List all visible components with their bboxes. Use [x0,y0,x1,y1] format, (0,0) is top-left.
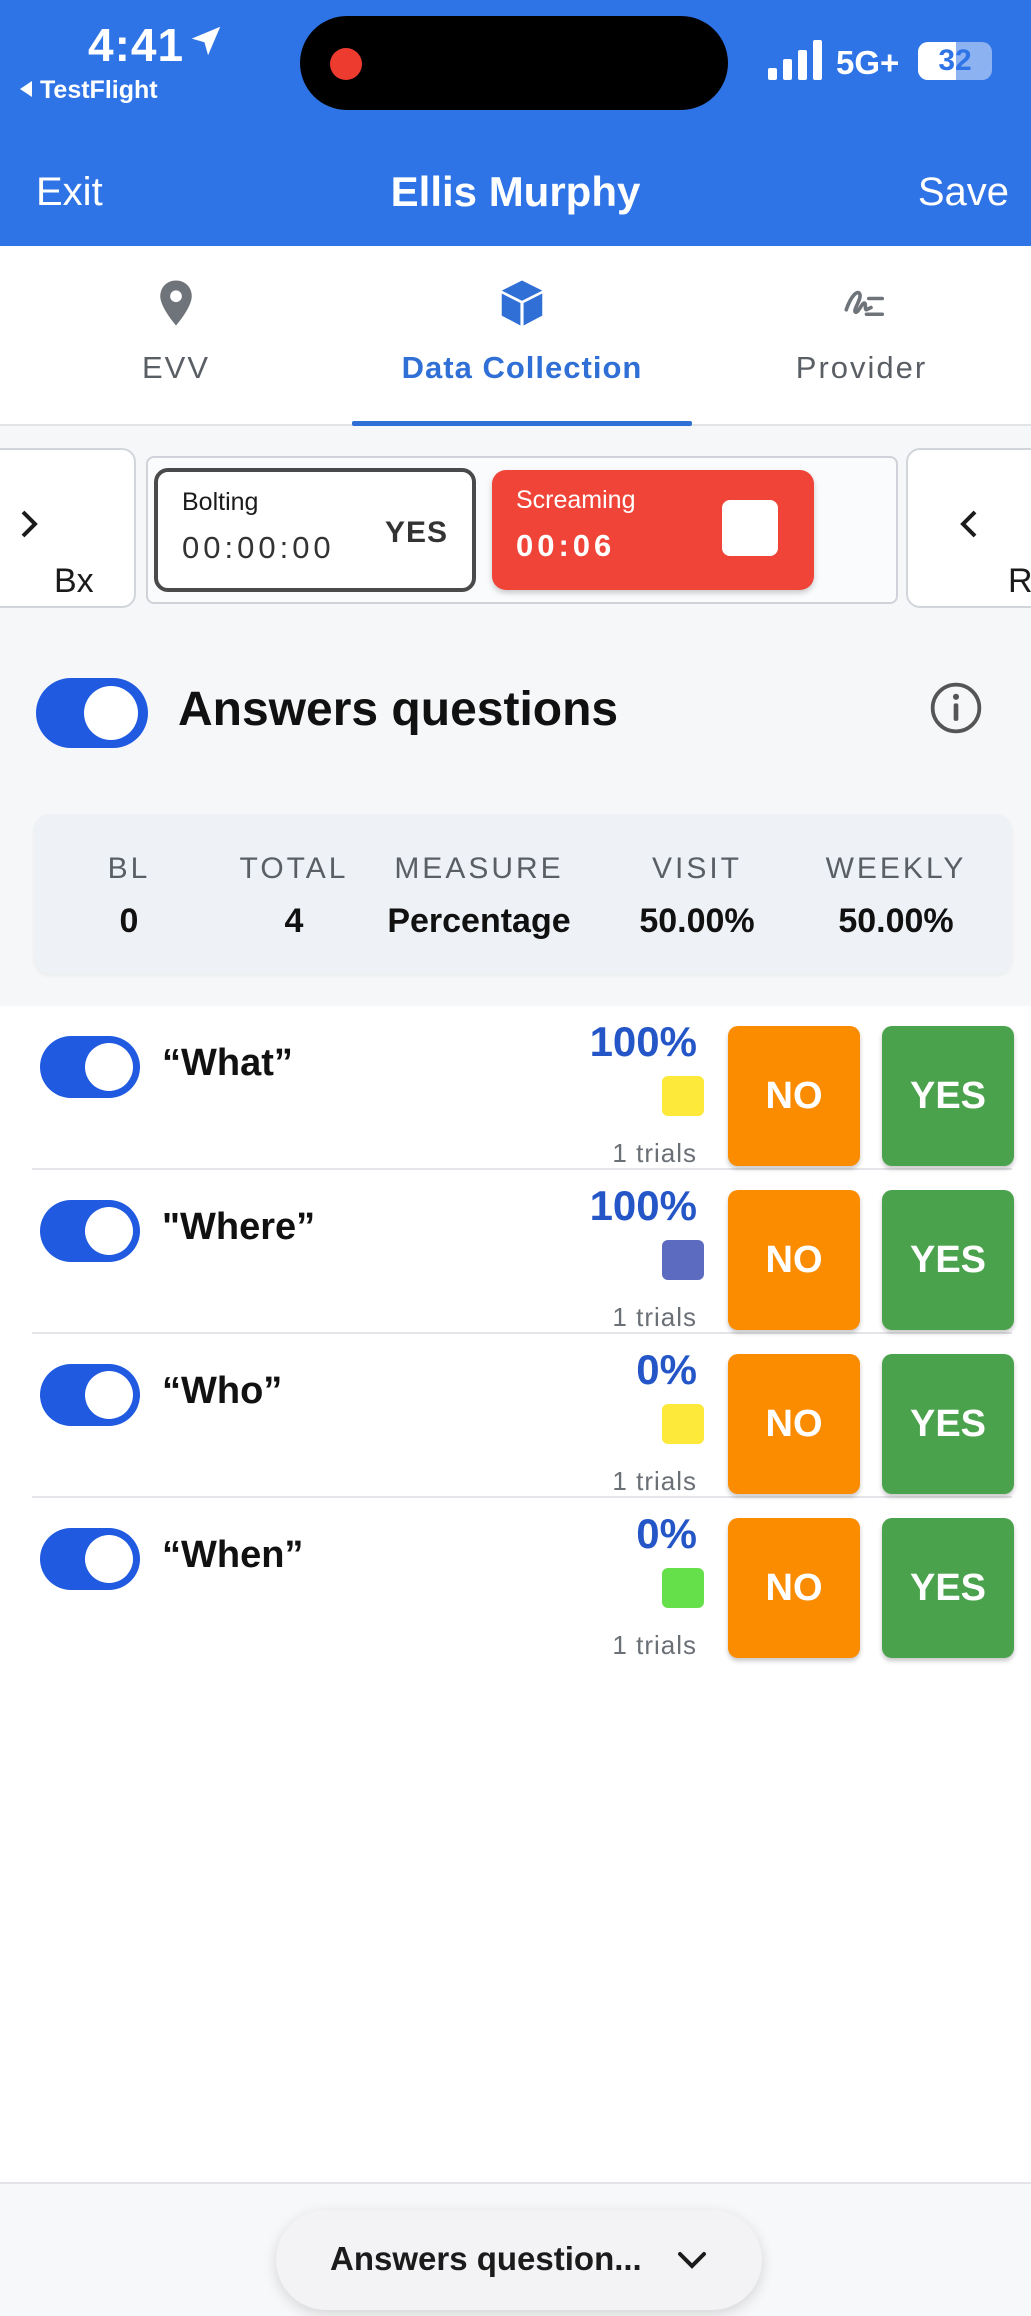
behavior-card-screaming[interactable]: Screaming 00:06 [492,470,814,590]
stop-timer-icon[interactable] [722,500,778,556]
program-header: Answers questions [0,626,1031,806]
target-trials: 1 trials [612,1630,697,1660]
stat-label: TOTAL [239,852,349,885]
yes-button[interactable]: YES [882,1026,1014,1166]
tab-provider[interactable]: Provider [692,246,1031,426]
stat-total: TOTAL 4 [224,852,364,941]
back-app-label: TestFlight [40,76,158,104]
target-toggle[interactable] [40,1036,140,1098]
battery-icon: 32 [918,42,992,80]
target-toggle[interactable] [40,1200,140,1262]
tab-bar: EVV Data Collection Provider [0,246,1031,426]
save-button[interactable]: Save [918,170,1009,215]
signature-icon [843,290,884,317]
behavior-timer: 00:00:00 [182,530,335,565]
behavior-strip: Bx Bolting 00:00:00 YES Screaming 00:06 … [0,426,1031,626]
target-color-swatch [662,1404,704,1444]
target-name: “What” [162,1042,293,1084]
target-percent: 0% [636,1510,697,1557]
stat-label: WEEKLY [825,852,967,885]
program-title: Answers questions [178,683,619,736]
stats-panel: BL 0 TOTAL 4 MEASURE Percentage VISIT 50… [34,814,1012,974]
target-trials: 1 trials [612,1138,697,1168]
target-row: “When” 0% 1 trials NO YES [32,1498,1014,1662]
stat-value: 50.00% [838,902,954,940]
target-row: “What” 100% 1 trials NO YES [32,1006,1014,1170]
behavior-name: Bolting [182,488,259,516]
target-row: "Where” 100% 1 trials NO YES [32,1170,1014,1334]
location-pin-icon [160,280,192,326]
behavior-list: Bolting 00:00:00 YES Screaming 00:06 [146,456,898,604]
chevron-down-icon [678,2252,706,2269]
target-name: “When” [162,1534,304,1576]
no-button[interactable]: NO [728,1190,860,1330]
stats-area: BL 0 TOTAL 4 MEASURE Percentage VISIT 50… [0,806,1031,1006]
target-trials: 1 trials [612,1466,697,1496]
target-name: “Who” [162,1370,283,1412]
stat-value: Percentage [387,902,571,940]
behaviors-nav-button[interactable]: Bx [0,448,136,608]
stat-bl: BL 0 [78,852,180,941]
back-triangle-icon [20,81,32,97]
no-button[interactable]: NO [728,1518,860,1658]
replacement-nav-button[interactable]: Rx [906,448,1031,608]
yes-button[interactable]: YES [882,1190,1014,1330]
back-to-app-link[interactable]: TestFlight [20,76,158,105]
page-title: Ellis Murphy [390,168,641,215]
stat-weekly: WEEKLY 50.00% [810,852,982,941]
chevron-left-icon [960,510,977,538]
bottom-bar: Answers question... [0,2182,1031,2316]
network-type: 5G+ [836,44,900,81]
dynamic-island [300,16,728,110]
tab-label: Data Collection [401,350,643,385]
cube-icon [501,280,543,326]
bx-label: Bx [18,506,94,600]
no-button[interactable]: NO [728,1354,860,1494]
status-time: 4:41 [88,19,185,71]
stat-label: BL [107,852,151,885]
target-row: “Who” 0% 1 trials NO YES [32,1334,1014,1498]
program-selector-dropdown[interactable]: Answers question... [276,2210,762,2310]
recording-indicator-icon [330,48,362,80]
target-color-swatch [662,1568,704,1608]
app-header: 4:41 TestFlight 5G+ 32 Exit Ellis Murphy… [0,0,1031,246]
target-name: "Where” [162,1206,316,1248]
tab-label: Provider [795,350,928,385]
cellular-signal-icon [768,40,822,80]
stat-value: 4 [284,902,304,940]
behavior-timer: 00:06 [516,528,616,563]
behavior-card-bolting[interactable]: Bolting 00:00:00 YES [154,468,476,592]
stat-visit: VISIT 50.00% [622,852,772,941]
tab-evv[interactable]: EVV [0,246,352,426]
behavior-yes-button[interactable]: YES [385,516,448,550]
stat-measure: MEASURE Percentage [374,852,584,941]
target-trials: 1 trials [612,1302,697,1332]
yes-button[interactable]: YES [882,1354,1014,1494]
rx-label: Rx [958,506,1031,600]
yes-button[interactable]: YES [882,1518,1014,1658]
stat-label: VISIT [651,852,742,885]
stat-value: 0 [119,902,139,940]
target-color-swatch [662,1240,704,1280]
tab-label: EVV [141,350,211,385]
target-percent: 0% [636,1346,697,1393]
stat-value: 50.00% [639,902,755,940]
target-list: “What” 100% 1 trials NO YES "Where” 100%… [0,1006,1031,2182]
selector-label: Answers question... [330,2240,642,2277]
chevron-right-icon [21,510,38,538]
target-toggle[interactable] [40,1528,140,1590]
behavior-name: Screaming [516,486,636,514]
no-button[interactable]: NO [728,1026,860,1166]
tab-data-collection[interactable]: Data Collection [352,246,692,426]
location-arrow-icon [191,26,221,56]
target-percent: 100% [589,1182,697,1229]
stat-label: MEASURE [394,852,564,885]
info-icon[interactable] [928,680,984,736]
battery-level: 32 [938,44,972,77]
target-toggle[interactable] [40,1364,140,1426]
target-color-swatch [662,1076,704,1116]
program-toggle[interactable] [36,678,148,748]
target-percent: 100% [589,1018,697,1065]
